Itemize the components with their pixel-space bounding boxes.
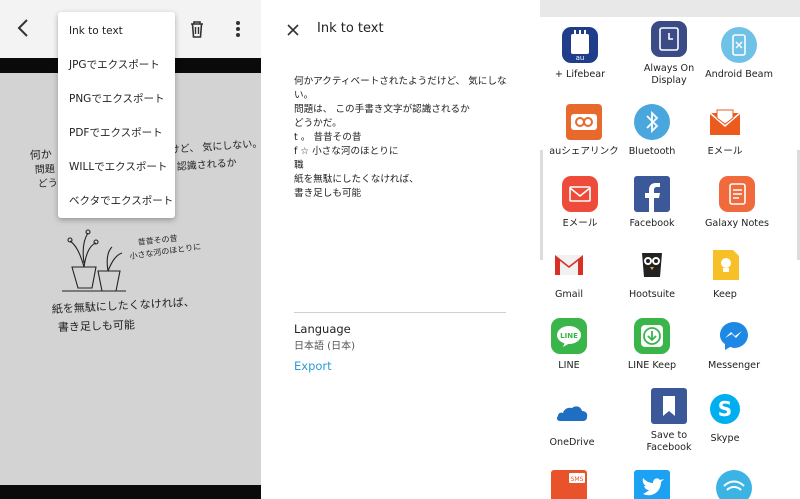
share-app-label: Facebook bbox=[629, 218, 675, 229]
recognized-line: どうかだ。 bbox=[294, 118, 342, 129]
language-selector[interactable]: 日本語 (日本) bbox=[294, 337, 355, 352]
svg-text:S: S bbox=[718, 397, 732, 421]
menu-item-export-pdf[interactable]: PDFでエクスポート bbox=[58, 116, 175, 150]
handwriting-line1: 何か bbox=[29, 148, 52, 162]
recognized-line: 職 bbox=[294, 160, 304, 171]
screen-title: Ink to text bbox=[317, 21, 384, 36]
language-label: Language bbox=[294, 322, 351, 336]
svg-text:au: au bbox=[576, 54, 585, 62]
share-app-label: Galaxy Notes bbox=[705, 218, 769, 229]
hootsuite-icon bbox=[634, 247, 670, 283]
share-app-label: Gmail bbox=[555, 289, 583, 300]
handwriting-line2b: 認識されるか bbox=[176, 156, 237, 173]
svg-text:LINE: LINE bbox=[560, 332, 578, 340]
share-app-label: Hootsuite bbox=[628, 289, 676, 300]
sms-icon: SMS bbox=[551, 470, 587, 499]
share-app-label: Always On Display bbox=[643, 63, 695, 86]
lifebear-icon: au bbox=[562, 27, 598, 63]
line-keep-icon bbox=[634, 318, 670, 354]
divider bbox=[294, 312, 506, 313]
twitter-icon bbox=[634, 470, 670, 499]
handwriting-line2: 問題 bbox=[35, 163, 56, 176]
handwriting-screen: 何か けど、 気にしない。 問題 認識されるか どうか 昔昔その昔 小さな河のほ… bbox=[0, 0, 261, 499]
share-app-label: LINE Keep bbox=[627, 360, 677, 371]
menu-item-export-will[interactable]: WILLでエクスポート bbox=[58, 150, 175, 184]
menu-item-export-vector[interactable]: ベクタでエクスポート bbox=[58, 184, 175, 218]
export-button[interactable]: Export bbox=[294, 359, 332, 373]
save-to-facebook-icon bbox=[651, 388, 687, 424]
share-app-label: Skype bbox=[710, 433, 740, 444]
share-app-label: Keep bbox=[713, 289, 737, 300]
plant-sketch bbox=[62, 229, 126, 292]
close-icon[interactable] bbox=[285, 22, 301, 38]
skype-icon: S bbox=[707, 391, 743, 427]
share-app-label: + Lifebear bbox=[554, 69, 606, 80]
line-icon: LINE bbox=[551, 318, 587, 354]
gmail-icon bbox=[551, 247, 587, 283]
onedrive-icon bbox=[554, 395, 590, 431]
more-options-icon[interactable] bbox=[228, 16, 248, 42]
menu-item-export-png[interactable]: PNGでエクスポート bbox=[58, 82, 175, 116]
share-app-label: LINE bbox=[558, 360, 580, 371]
back-arrow-icon[interactable] bbox=[12, 16, 36, 40]
bluetooth-icon bbox=[634, 104, 670, 140]
recognized-line: t 。 昔昔その昔 bbox=[294, 132, 362, 143]
always-on-display-icon bbox=[651, 21, 687, 57]
messenger-icon bbox=[716, 318, 752, 354]
sheet-edge bbox=[540, 150, 543, 260]
share-app-label: Eメール bbox=[707, 146, 743, 157]
samsung-email-icon bbox=[562, 176, 598, 212]
handwriting-line1b: けど、 気にしない。 bbox=[169, 137, 261, 156]
ink-to-text-screen: Ink to text 何かアクティベートされたようだけど、 気にしな い。 問… bbox=[268, 0, 530, 499]
share-app-label: Bluetooth bbox=[628, 146, 676, 157]
menu-item-export-jpg[interactable]: JPGでエクスポート bbox=[58, 48, 175, 82]
share-sheet-screen: au + Lifebear Always On Display Android … bbox=[540, 0, 800, 499]
galaxy-notes-icon bbox=[719, 176, 755, 212]
handwriting-line4: 紙を無駄にしたくなければ、 bbox=[51, 295, 195, 316]
handwriting-line5: 書き足しも可能 bbox=[58, 317, 135, 334]
canvas-bottom-bar bbox=[0, 485, 261, 499]
android-beam-icon bbox=[721, 27, 757, 63]
facebook-icon bbox=[634, 176, 670, 212]
share-app-label: Eメール bbox=[562, 218, 598, 229]
au-share-link-icon bbox=[566, 104, 602, 140]
menu-item-ink-to-text[interactable]: Ink to text bbox=[58, 14, 175, 48]
recognized-text[interactable]: 何かアクティベートされたようだけど、 気にしな い。 問題は、 この手書き文字が… bbox=[294, 75, 526, 201]
share-app-label: Android Beam bbox=[705, 69, 773, 80]
share-app-label: OneDrive bbox=[549, 437, 595, 448]
recognized-line: 問題は、 この手書き文字が認識されるか bbox=[294, 104, 470, 115]
recognized-line: い。 bbox=[294, 90, 314, 101]
svg-text:SMS: SMS bbox=[571, 476, 584, 483]
export-menu: Ink to text JPGでエクスポート PNGでエクスポート PDFでエク… bbox=[58, 12, 175, 218]
recognized-line: 紙を無駄にしたくなければ、 bbox=[294, 174, 419, 185]
wifi-direct-icon bbox=[716, 470, 752, 499]
au-email-icon bbox=[707, 104, 743, 140]
recognized-line: 何かアクティベートされたようだけど、 気にしな bbox=[294, 76, 507, 87]
sketch-caption-1: 昔昔その昔 bbox=[137, 234, 178, 247]
recognized-line: 書き足しも可能 bbox=[294, 188, 362, 199]
share-app-label: Messenger bbox=[707, 360, 761, 371]
keep-icon bbox=[707, 247, 743, 283]
recognized-line: f ☆ 小さな河のほとりに bbox=[294, 146, 399, 157]
trash-icon[interactable] bbox=[186, 18, 208, 40]
